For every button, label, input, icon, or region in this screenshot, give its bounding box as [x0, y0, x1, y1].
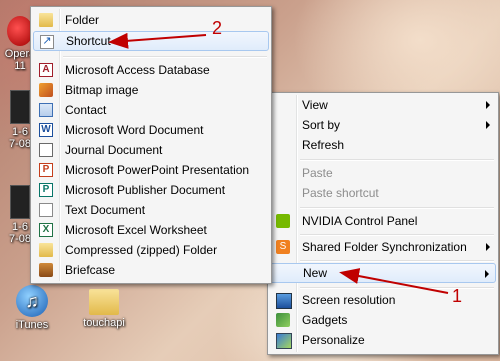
menu-separator [300, 234, 494, 236]
submenu-item-powerpoint[interactable]: P Microsoft PowerPoint Presentation [33, 160, 269, 180]
itunes-icon: ♫ [16, 285, 48, 317]
gadgets-icon [276, 313, 290, 327]
desktop-icon-touchapi[interactable]: touchapi [74, 285, 134, 329]
submenu-item-word[interactable]: W Microsoft Word Document [33, 120, 269, 140]
menu-separator [63, 56, 267, 58]
chevron-right-icon [486, 243, 490, 251]
menu-separator [300, 159, 494, 161]
bitmap-icon [39, 83, 53, 97]
word-icon: W [39, 123, 53, 137]
menu-item-nvidia-control-panel[interactable]: NVIDIA Control Panel [270, 211, 496, 231]
powerpoint-icon: P [39, 163, 53, 177]
monitor-icon [276, 293, 292, 309]
chevron-right-icon [485, 270, 489, 278]
menu-item-sort-by[interactable]: Sort by [270, 115, 496, 135]
new-submenu: Folder ↗ Shortcut A Microsoft Access Dat… [30, 6, 272, 284]
submenu-item-journal[interactable]: Journal Document [33, 140, 269, 160]
text-document-icon [39, 203, 53, 217]
contact-icon [39, 103, 53, 117]
submenu-item-access[interactable]: A Microsoft Access Database [33, 60, 269, 80]
briefcase-icon [39, 263, 53, 277]
menu-item-shared-folder-sync[interactable]: S Shared Folder Synchronization [270, 237, 496, 257]
menu-item-paste-shortcut[interactable]: Paste shortcut [270, 183, 496, 203]
submenu-item-excel[interactable]: X Microsoft Excel Worksheet [33, 220, 269, 240]
menu-item-personalize[interactable]: Personalize [270, 330, 496, 350]
submenu-item-bitmap[interactable]: Bitmap image [33, 80, 269, 100]
menu-separator [300, 287, 494, 289]
journal-icon [39, 143, 53, 157]
step-2-label: 2 [212, 18, 223, 38]
phone-icon [10, 90, 30, 124]
desktop-icon-itunes[interactable]: ♫ iTunes [4, 285, 60, 331]
chevron-right-icon [486, 121, 490, 129]
excel-icon: X [39, 223, 53, 237]
sync-icon: S [276, 240, 290, 254]
chevron-right-icon [486, 101, 490, 109]
menu-separator [300, 207, 494, 209]
folder-icon [39, 13, 53, 27]
menu-separator [300, 260, 494, 262]
step-1-label: 1 [452, 286, 463, 306]
menu-item-refresh[interactable]: Refresh [270, 135, 496, 155]
menu-item-view[interactable]: View [270, 95, 496, 115]
desktop-context-menu: View Sort by Refresh Paste Paste shortcu… [267, 92, 499, 355]
submenu-item-zip[interactable]: Compressed (zipped) Folder [33, 240, 269, 260]
menu-item-new[interactable]: New [270, 263, 496, 283]
desktop-icon-label: iTunes [15, 319, 49, 331]
phone-icon [10, 185, 30, 219]
menu-item-paste[interactable]: Paste [270, 163, 496, 183]
submenu-item-contact[interactable]: Contact [33, 100, 269, 120]
folder-icon [89, 289, 119, 315]
access-icon: A [39, 63, 53, 77]
shortcut-icon: ↗ [40, 35, 54, 49]
submenu-item-publisher[interactable]: P Microsoft Publisher Document [33, 180, 269, 200]
desktop-icon-label: touchapi [83, 317, 125, 329]
submenu-item-shortcut[interactable]: ↗ Shortcut [33, 31, 269, 51]
submenu-item-text[interactable]: Text Document [33, 200, 269, 220]
nvidia-icon [276, 214, 290, 228]
submenu-item-briefcase[interactable]: Briefcase [33, 260, 269, 280]
submenu-item-folder[interactable]: Folder [33, 10, 269, 30]
menu-item-gadgets[interactable]: Gadgets [270, 310, 496, 330]
personalize-icon [276, 333, 292, 349]
publisher-icon: P [39, 183, 53, 197]
menu-item-screen-resolution[interactable]: Screen resolution [270, 290, 496, 310]
zip-folder-icon [39, 243, 53, 257]
